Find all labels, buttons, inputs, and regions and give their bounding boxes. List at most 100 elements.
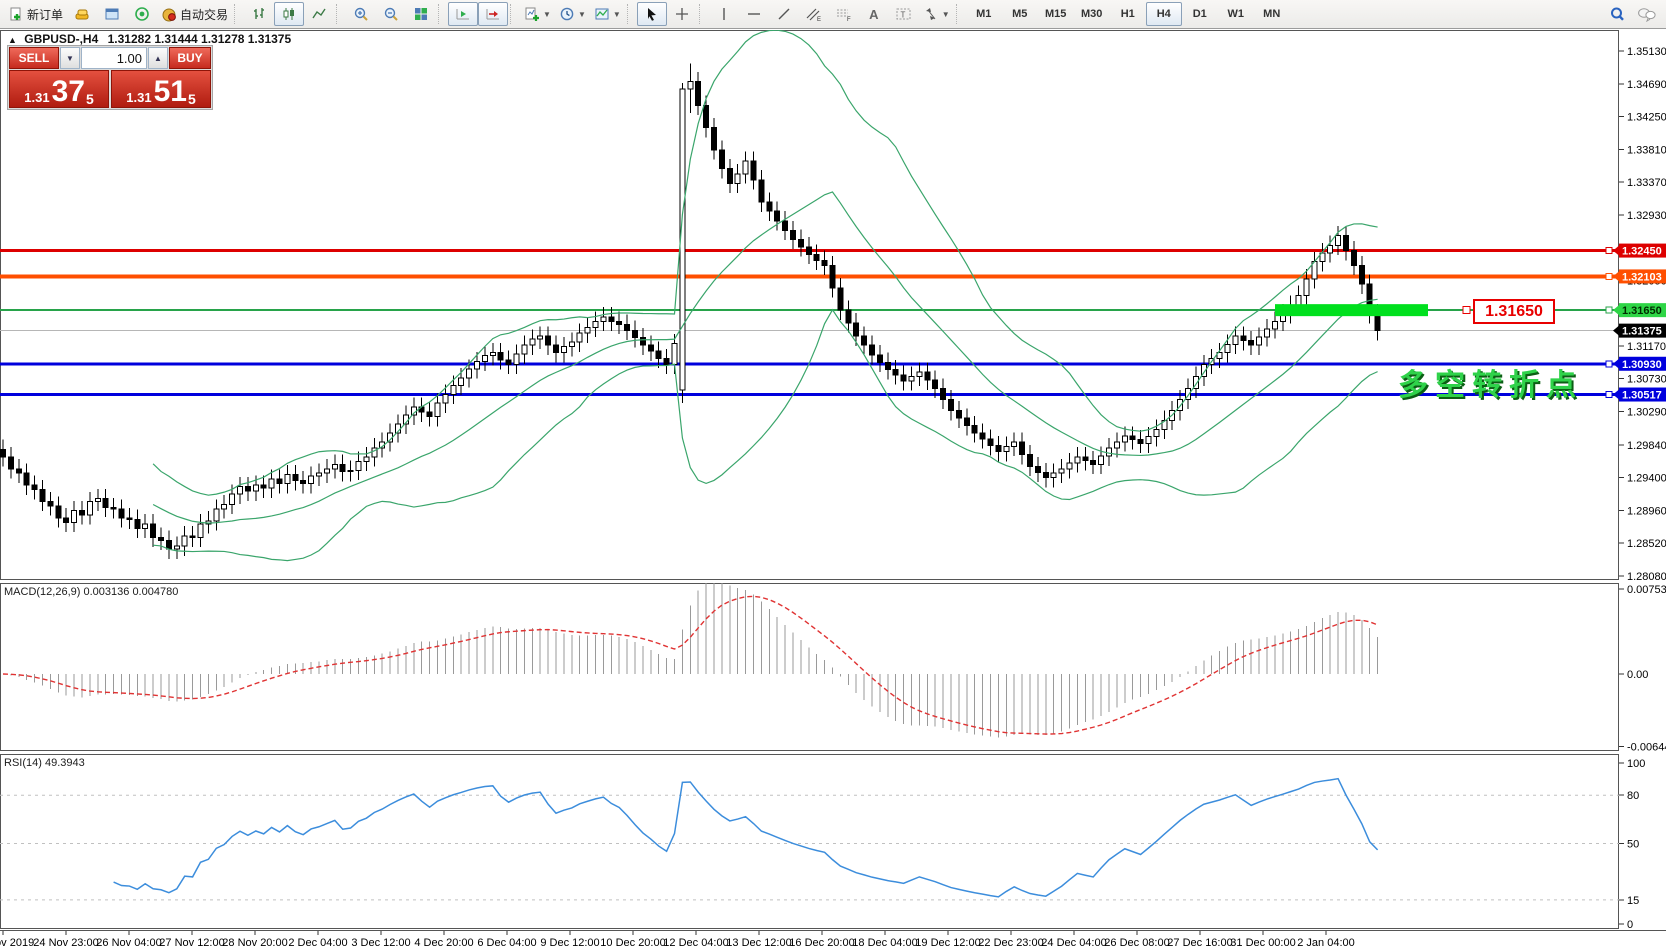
text-button[interactable]: A	[859, 2, 889, 26]
sell-price-button[interactable]: 1.31375	[9, 70, 109, 108]
chat-bubbles-icon	[1637, 6, 1657, 22]
time-tick-label: 2 Dec 04:00	[288, 937, 347, 949]
toolbar-separator	[510, 4, 518, 24]
candle	[569, 342, 574, 346]
candle	[56, 506, 61, 518]
tf-mn-button[interactable]: MN	[1254, 2, 1290, 26]
tile-windows-button[interactable]	[406, 2, 436, 26]
candle	[1296, 295, 1301, 305]
terminal-window-button[interactable]	[97, 2, 127, 26]
volume-up-button[interactable]: ▲	[148, 47, 168, 69]
line-chart-type-button[interactable]	[304, 2, 334, 26]
time-tick-label: 18 Dec 04:00	[852, 937, 917, 949]
time-tick-label: 19 Dec 12:00	[915, 937, 980, 949]
tf-m5-button[interactable]: M5	[1002, 2, 1038, 26]
volume-input[interactable]	[81, 47, 147, 69]
new-order-button[interactable]: 新订单	[4, 2, 67, 26]
indicators-button[interactable]: ▼	[520, 2, 555, 26]
time-tick-label: 26 Nov 04:00	[96, 937, 161, 949]
candle	[846, 310, 851, 323]
tf-m1-button[interactable]: M1	[966, 2, 1002, 26]
time-tick-label: 9 Dec 12:00	[540, 937, 599, 949]
candle	[1099, 456, 1104, 464]
price-tick-label: 1.28520	[1627, 538, 1666, 550]
sell-button[interactable]: SELL	[9, 47, 59, 69]
candle	[956, 411, 961, 418]
candle	[830, 265, 835, 287]
buy-button[interactable]: BUY	[169, 47, 211, 69]
volume-down-button[interactable]: ▼	[60, 47, 80, 69]
periods-button[interactable]: ▼	[555, 2, 590, 26]
sell-price-prefix: 1.31	[24, 90, 49, 105]
candle	[435, 403, 440, 416]
horizontal-line-button[interactable]	[739, 2, 769, 26]
tf-m15-button[interactable]: M15	[1038, 2, 1074, 26]
toolbar-separator	[699, 4, 707, 24]
trendline-button[interactable]	[769, 2, 799, 26]
fibonacci-button[interactable]: F	[829, 2, 859, 26]
candle	[854, 323, 859, 336]
toolbar-separator	[438, 4, 446, 24]
candle	[277, 479, 282, 483]
dropdown-arrow-icon: ▼	[613, 10, 621, 19]
price-badge-text: 1.32450	[1622, 246, 1662, 258]
candle	[996, 446, 1001, 452]
candle	[214, 509, 219, 521]
tf-h4-button[interactable]: H4	[1146, 2, 1182, 26]
search-button[interactable]	[1602, 2, 1632, 26]
candle	[301, 481, 306, 484]
crosshair-button[interactable]	[667, 2, 697, 26]
candle	[1028, 455, 1033, 467]
candle	[1241, 336, 1246, 340]
arrows-dropdown-button[interactable]: ▼	[919, 2, 954, 26]
zoom-out-button[interactable]	[376, 2, 406, 26]
equidistant-channel-button[interactable]: E	[799, 2, 829, 26]
candle	[585, 327, 590, 333]
candle	[885, 362, 890, 369]
candle-chart-type-button[interactable]	[274, 2, 304, 26]
candle	[791, 230, 796, 239]
label-icon: T	[895, 6, 913, 22]
toolbar: 新订单 自动交易 ▼ ▼	[0, 0, 1666, 29]
candle	[909, 376, 914, 380]
chart-shift-button[interactable]	[478, 2, 508, 26]
tf-m30-button[interactable]: M30	[1074, 2, 1110, 26]
buy-price-button[interactable]: 1.31515	[111, 70, 211, 108]
vertical-line-button[interactable]	[709, 2, 739, 26]
bar-chart-type-button[interactable]	[244, 2, 274, 26]
candle	[877, 355, 882, 362]
cursor-button[interactable]	[637, 2, 667, 26]
candle	[1114, 442, 1119, 448]
time-tick-label: 22 Dec 23:00	[978, 937, 1043, 949]
autotrade-button[interactable]: 自动交易	[157, 2, 232, 26]
candle	[16, 469, 21, 473]
vertical-line-icon	[716, 6, 732, 22]
chart-area[interactable]: 1.351301.346901.342501.338101.333701.329…	[0, 0, 1666, 949]
auto-scroll-button[interactable]	[448, 2, 478, 26]
green-level-bar[interactable]	[1275, 304, 1428, 316]
tf-w1-button[interactable]: W1	[1218, 2, 1254, 26]
tf-h1-button[interactable]: H1	[1110, 2, 1146, 26]
candle	[475, 362, 480, 369]
market-watch-button[interactable]	[67, 2, 97, 26]
candle	[1265, 329, 1270, 337]
candle	[554, 345, 559, 352]
candle	[964, 418, 969, 425]
candle	[427, 412, 432, 416]
search-icon	[1609, 6, 1626, 23]
zoom-in-button[interactable]	[346, 2, 376, 26]
time-tick-label: 26 Dec 08:00	[1104, 937, 1169, 949]
candle	[1233, 336, 1238, 344]
text-label-button[interactable]: T	[889, 2, 919, 26]
tf-d1-button[interactable]: D1	[1182, 2, 1218, 26]
buy-price-prefix: 1.31	[126, 90, 151, 105]
candle	[1225, 344, 1230, 352]
candle	[87, 502, 92, 515]
chat-button[interactable]	[1632, 2, 1662, 26]
candle	[135, 519, 140, 528]
time-tick-label: 24 Dec 04:00	[1041, 937, 1106, 949]
templates-button[interactable]: ▼	[590, 2, 625, 26]
candle	[309, 476, 314, 483]
signals-button[interactable]	[127, 2, 157, 26]
candle	[640, 338, 645, 345]
